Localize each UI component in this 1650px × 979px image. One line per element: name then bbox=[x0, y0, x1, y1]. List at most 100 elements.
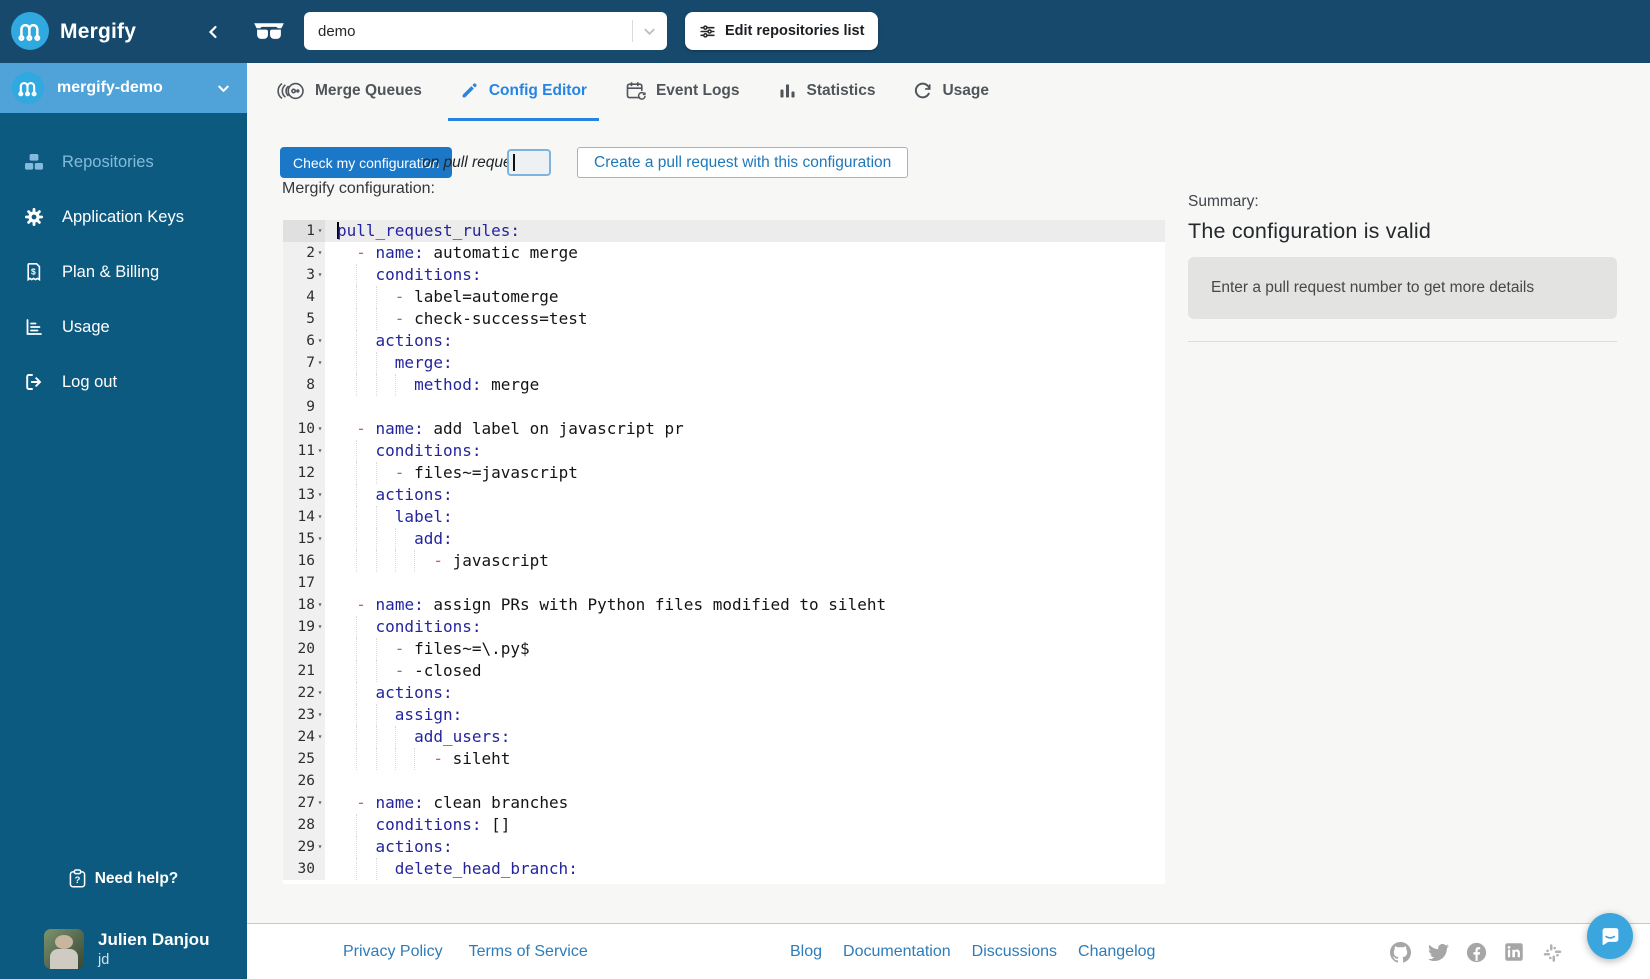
line-number-gutter: 28 bbox=[283, 814, 325, 836]
fold-arrow-icon[interactable]: ▾ bbox=[315, 616, 325, 638]
footer-link-terms-of-service[interactable]: Terms of Service bbox=[469, 943, 588, 961]
code-line[interactable]: label: bbox=[325, 506, 1165, 528]
tab-statistics[interactable]: Statistics bbox=[766, 63, 888, 121]
indent-guide bbox=[356, 726, 357, 748]
fold-arrow-icon[interactable]: ▾ bbox=[315, 682, 325, 704]
tabs: Merge QueuesConfig EditorEvent LogsStati… bbox=[247, 63, 1650, 121]
fold-arrow-icon[interactable]: ▾ bbox=[315, 726, 325, 748]
code-line[interactable]: - name: add label on javascript pr bbox=[325, 418, 1165, 440]
tab-usage[interactable]: Usage bbox=[901, 63, 1001, 121]
code-line[interactable]: - name: clean branches bbox=[325, 792, 1165, 814]
code-line[interactable]: actions: bbox=[325, 836, 1165, 858]
fold-arrow-icon[interactable]: ▾ bbox=[315, 506, 325, 528]
sidebar-item-repositories[interactable]: Repositories bbox=[0, 140, 247, 184]
code-line[interactable]: - files~=javascript bbox=[325, 462, 1165, 484]
footer-link-blog[interactable]: Blog bbox=[790, 943, 822, 961]
slack-icon[interactable] bbox=[1542, 942, 1563, 963]
code-line[interactable]: - name: automatic merge bbox=[325, 242, 1165, 264]
fold-arrow-icon[interactable]: ▾ bbox=[315, 594, 325, 616]
facebook-icon[interactable] bbox=[1466, 942, 1487, 963]
fold-arrow-icon[interactable]: ▾ bbox=[315, 418, 325, 440]
editor-line: 14▾ label: bbox=[283, 506, 1165, 528]
github-icon[interactable] bbox=[1390, 942, 1411, 963]
need-help-button[interactable]: ? Need help? bbox=[0, 869, 247, 888]
sidebar-nav: Repositories Application Keys $Plan & Bill… bbox=[0, 113, 247, 404]
code-line[interactable]: actions: bbox=[325, 682, 1165, 704]
fold-arrow-icon[interactable]: ▾ bbox=[315, 220, 325, 242]
sidebar-item-application-keys[interactable]: Application Keys bbox=[0, 195, 247, 239]
line-number: 3 bbox=[306, 264, 315, 286]
collapse-sidebar-button[interactable] bbox=[200, 0, 226, 63]
edit-repositories-button[interactable]: Edit repositories list bbox=[685, 12, 878, 50]
sidebar-item-usage[interactable]: Usage bbox=[0, 305, 247, 349]
tab-config-editor[interactable]: Config Editor bbox=[448, 63, 599, 121]
line-number-gutter: 18▾ bbox=[283, 594, 325, 616]
code-line[interactable]: delete_head_branch: bbox=[325, 858, 1165, 880]
footer-link-privacy-policy[interactable]: Privacy Policy bbox=[343, 943, 443, 961]
editor-line: 3▾ conditions: bbox=[283, 264, 1165, 286]
fold-arrow-icon[interactable]: ▾ bbox=[315, 352, 325, 374]
fold-arrow-icon[interactable]: ▾ bbox=[315, 330, 325, 352]
code-line[interactable]: merge: bbox=[325, 352, 1165, 374]
fold-arrow-icon[interactable]: ▾ bbox=[315, 264, 325, 286]
code-line[interactable]: - files~=\.py$ bbox=[325, 638, 1165, 660]
code-line[interactable] bbox=[325, 770, 1165, 792]
fold-arrow-icon[interactable]: ▾ bbox=[315, 704, 325, 726]
chat-widget-button[interactable] bbox=[1587, 913, 1633, 959]
indent-guide bbox=[356, 528, 357, 550]
user-avatar bbox=[44, 929, 84, 969]
line-number-gutter: 29▾ bbox=[283, 836, 325, 858]
code-line[interactable]: conditions: [] bbox=[325, 814, 1165, 836]
fold-arrow-icon[interactable]: ▾ bbox=[315, 836, 325, 858]
create-pull-request-button[interactable]: Create a pull request with this configur… bbox=[577, 147, 908, 178]
code-line[interactable]: add_users: bbox=[325, 726, 1165, 748]
code-line[interactable]: actions: bbox=[325, 484, 1165, 506]
repository-select[interactable]: demo bbox=[304, 12, 667, 50]
code-line[interactable]: conditions: bbox=[325, 264, 1165, 286]
code-line[interactable]: - -closed bbox=[325, 660, 1165, 682]
twitter-icon[interactable] bbox=[1428, 942, 1449, 963]
code-line[interactable]: add: bbox=[325, 528, 1165, 550]
code-line[interactable]: assign: bbox=[325, 704, 1165, 726]
code-line[interactable]: - sileht bbox=[325, 748, 1165, 770]
org-name: mergify-demo bbox=[57, 79, 203, 97]
indent-guide bbox=[395, 374, 396, 396]
fold-arrow-icon[interactable]: ▾ bbox=[315, 242, 325, 264]
fold-arrow-icon[interactable]: ▾ bbox=[315, 528, 325, 550]
indent-guide bbox=[376, 374, 377, 396]
code-line[interactable] bbox=[325, 396, 1165, 418]
code-line[interactable]: - javascript bbox=[325, 550, 1165, 572]
organization-switcher[interactable]: mergify-demo bbox=[0, 63, 247, 113]
config-editor[interactable]: 1▾pull_request_rules:2▾ - name: automati… bbox=[283, 220, 1165, 884]
code-line[interactable]: conditions: bbox=[325, 440, 1165, 462]
code-line[interactable] bbox=[325, 572, 1165, 594]
fold-arrow-icon[interactable]: ▾ bbox=[315, 440, 325, 462]
line-number-gutter: 8 bbox=[283, 374, 325, 396]
code-line[interactable]: pull_request_rules: bbox=[325, 220, 1165, 242]
mergify-logo-icon[interactable] bbox=[11, 12, 49, 50]
code-line[interactable]: - name: assign PRs with Python files mod… bbox=[325, 594, 1165, 616]
merge-queues-icon bbox=[277, 80, 305, 102]
brand-title[interactable]: Mergify bbox=[60, 0, 136, 63]
editor-line: 9 bbox=[283, 396, 1165, 418]
code-line[interactable]: - check-success=test bbox=[325, 308, 1165, 330]
code-line[interactable]: - label=automerge bbox=[325, 286, 1165, 308]
footer-link-discussions[interactable]: Discussions bbox=[972, 943, 1057, 961]
code-line[interactable]: conditions: bbox=[325, 616, 1165, 638]
footer-link-documentation[interactable]: Documentation bbox=[843, 943, 951, 961]
fold-arrow-icon[interactable]: ▾ bbox=[315, 792, 325, 814]
organization-icon bbox=[253, 21, 285, 42]
indent-guide bbox=[356, 550, 357, 572]
tab-merge-queues[interactable]: Merge Queues bbox=[265, 63, 434, 121]
code-line[interactable]: method: merge bbox=[325, 374, 1165, 396]
linkedin-icon[interactable] bbox=[1504, 942, 1525, 963]
fold-arrow-icon[interactable]: ▾ bbox=[315, 484, 325, 506]
code-line[interactable]: actions: bbox=[325, 330, 1165, 352]
line-number: 10 bbox=[298, 418, 315, 440]
pull-request-number-input[interactable] bbox=[507, 149, 551, 176]
sidebar-item-plan-billing[interactable]: $Plan & Billing bbox=[0, 250, 247, 294]
tab-event-logs[interactable]: Event Logs bbox=[613, 63, 752, 121]
user-profile[interactable]: Julien Danjou jd bbox=[44, 929, 209, 969]
sidebar-item-log-out[interactable]: Log out bbox=[0, 360, 247, 404]
footer-link-changelog[interactable]: Changelog bbox=[1078, 943, 1155, 961]
